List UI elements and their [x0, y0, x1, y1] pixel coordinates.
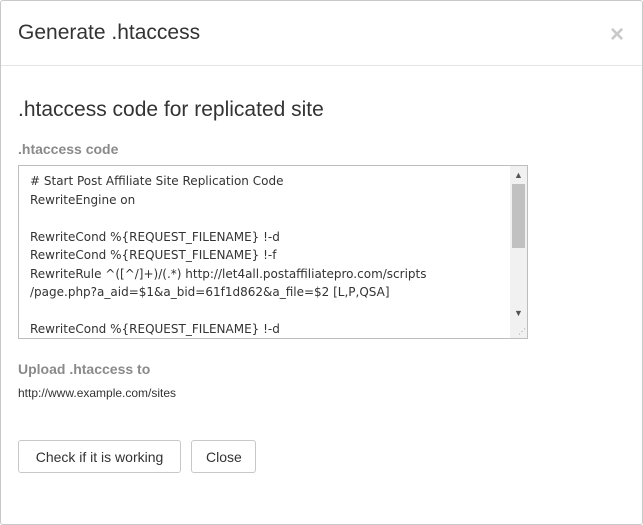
scroll-down-icon[interactable]: ▼: [510, 306, 527, 320]
htaccess-code-text: # Start Post Affiliate Site Replication …: [30, 172, 507, 338]
code-line: RewriteRule ^([^/]+)/(.*) http://let4all…: [30, 266, 427, 281]
code-line: RewriteEngine on: [30, 192, 136, 207]
close-button[interactable]: Close: [191, 440, 256, 473]
close-icon[interactable]: ×: [610, 23, 624, 47]
scroll-up-icon[interactable]: ▲: [510, 168, 527, 182]
generate-htaccess-dialog: Generate .htaccess × .htaccess code for …: [0, 0, 643, 525]
scroll-thumb[interactable]: [512, 184, 525, 248]
dialog-header: Generate .htaccess ×: [1, 1, 642, 66]
code-line: RewriteCond %{REQUEST_FILENAME} !-d: [30, 322, 280, 336]
htaccess-code-label: .htaccess code: [18, 141, 119, 157]
code-line: /page.php?a_aid=$1&a_bid=61f1d862&a_file…: [30, 285, 390, 299]
code-line: RewriteCond %{REQUEST_FILENAME} !-d: [30, 229, 280, 244]
check-working-button[interactable]: Check if it is working: [18, 440, 181, 473]
htaccess-code-textarea[interactable]: # Start Post Affiliate Site Replication …: [18, 165, 528, 339]
resize-grip-icon[interactable]: ⋰: [516, 327, 526, 337]
code-line: RewriteCond %{REQUEST_FILENAME} !-f: [30, 248, 277, 262]
section-heading: .htaccess code for replicated site: [18, 98, 324, 121]
upload-label: Upload .htaccess to: [18, 361, 151, 377]
textarea-scrollbar[interactable]: ▲ ▼: [510, 166, 527, 338]
code-line: # Start Post Affiliate Site Replication …: [30, 174, 284, 188]
upload-url: http://www.example.com/sites: [18, 386, 177, 400]
dialog-title: Generate .htaccess: [18, 21, 201, 44]
